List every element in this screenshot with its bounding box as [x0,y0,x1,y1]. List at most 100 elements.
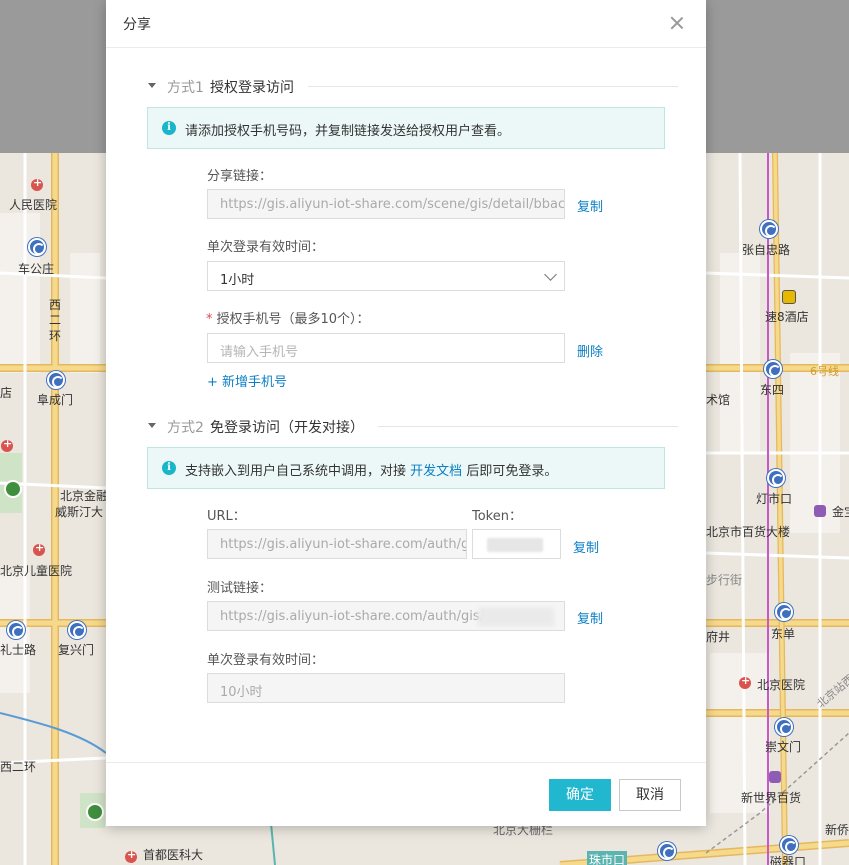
hospital-icon [125,848,137,863]
metro-station-icon [780,836,798,854]
section2-info-after: 后即可免登录。 [466,464,558,479]
map-label: 金宝 [832,505,849,519]
dialog-title: 分享 [123,17,151,33]
section1-info-text: 请添加授权手机号码，并复制链接发送给授权用户查看。 [185,124,511,139]
dialog-header: 分享 [106,0,706,48]
chevron-down-icon [544,268,557,281]
metro-station-icon [760,220,778,238]
map-label: 速8酒店 [765,310,809,324]
metro-station-icon [775,603,793,621]
share-dialog: 分享 方式1 授权登录访问 i 请添加授权手机号码，并复制链接发送给授权用户查看… [106,0,706,826]
section2-prefix: 方式2 [167,420,204,436]
section1-prefix: 方式1 [167,80,204,96]
map-label: 北京金融 [60,489,109,503]
hospital-icon [31,176,43,191]
divider [378,426,678,427]
map-label: 崇文门 [765,740,802,754]
validity2-label: 单次登录有效时间： [207,653,325,668]
map-label: 府井 [706,630,731,644]
metro-station-icon [658,842,676,860]
dev-docs-link[interactable]: 开发文档 [410,464,462,479]
delete-phone-button[interactable]: 删除 [577,341,603,360]
map-label: 阜成门 [37,393,74,407]
map-label: 环 [49,329,62,343]
map-label: 张自忠路 [742,243,791,257]
map-label: 珠市口 [587,851,628,865]
map-label: 北京医院 [757,678,806,692]
required-star: * [206,312,213,327]
map-label: 店 [0,386,13,400]
metro-station-icon [28,238,46,256]
section2-info-text: 支持嵌入到用户自己系统中调用，对接 开发文档 后即可免登录。 [185,460,557,479]
test-link-field[interactable]: https://gis.aliyun-iot-share.com/auth/gi… [207,601,565,631]
copy-share-link-button[interactable]: 复制 [577,196,603,215]
copy-url-button[interactable]: 复制 [573,537,599,556]
section1-info-box: i 请添加授权手机号码，并复制链接发送给授权用户查看。 [147,107,665,149]
park-icon [86,803,104,821]
map-label: 复兴门 [58,643,95,657]
redacted-area [478,608,554,626]
map-label: 东单 [771,627,796,641]
token-field[interactable] [472,529,561,559]
map-label: 新侨 [825,823,849,837]
metro-station-icon [7,621,25,639]
metro-station-icon [775,718,793,736]
caret-down-icon [148,83,156,88]
park-icon [4,480,22,498]
validity-select[interactable]: 1小时 [207,261,565,291]
caret-down-icon [148,423,156,428]
test-link-label: 测试链接： [207,581,273,596]
share-link-field[interactable]: https://gis.aliyun-iot-share.com/scene/g… [207,189,565,219]
info-icon: i [162,461,176,475]
map-label: 北京儿童医院 [0,564,73,578]
map-label: 礼士路 [0,643,37,657]
token-masked [487,538,543,552]
validity-label: 单次登录有效时间： [207,240,325,255]
metro-station-icon [47,371,65,389]
test-link-value: https://gis.aliyun-iot-share.com/auth/gi… [220,609,485,624]
metro-station-icon [68,621,86,639]
section1-header[interactable]: 方式1 授权登录访问 [148,76,678,96]
confirm-button[interactable]: 确定 [549,779,611,811]
share-link-label: 分享链接： [207,169,273,184]
section2-header[interactable]: 方式2 免登录访问（开发对接） [148,416,678,436]
map-label: 东四 [760,383,785,397]
cancel-button[interactable]: 取消 [619,779,681,811]
phone-input[interactable]: 请输入手机号 [207,333,565,363]
section2-title: 免登录访问（开发对接） [210,420,364,436]
metro-station-icon [764,360,782,378]
map-label: 新世界百货 [741,791,802,805]
validity-select-value: 1小时 [220,273,255,288]
map-label: 人民医院 [9,198,58,212]
info-icon: i [162,121,176,135]
section2-info-box: i 支持嵌入到用户自己系统中调用，对接 开发文档 后即可免登录。 [147,447,665,489]
hospital-icon [1,437,13,452]
map-label: 6号线 [810,365,839,378]
hospital-icon [33,541,45,556]
map-label: 步行街 [706,573,743,587]
shopping-icon [814,505,826,517]
map-label: 车公庄 [18,262,55,276]
map-label: 灯市口 [756,492,793,506]
divider [308,86,678,87]
map-label: 北京市百货大楼 [706,525,791,539]
copy-test-link-button[interactable]: 复制 [577,608,603,627]
dialog-footer: 确定 取消 [106,762,706,826]
hospital-icon [739,674,751,689]
map-label: 威斯汀大 [55,505,104,519]
metro-station-icon [767,469,785,487]
map-label: 术馆 [706,393,731,407]
section2-info-before: 支持嵌入到用户自己系统中调用，对接 [185,464,407,479]
hotel-icon [782,290,796,304]
close-icon[interactable] [670,16,684,30]
phone-label: * 授权手机号（最多10个）： [206,308,370,327]
validity2-field: 10小时 [207,673,565,703]
shopping-icon [769,771,781,783]
add-phone-button[interactable]: + 新增手机号 [207,371,287,390]
token-label: Token： [472,509,522,524]
section1-title: 授权登录访问 [210,80,294,96]
map-label: 西二环 [0,760,37,774]
map-label: 首都医科大 [143,848,204,862]
map-label: 二 [49,313,62,327]
url-field[interactable]: https://gis.aliyun-iot-share.com/auth/g [207,529,467,559]
